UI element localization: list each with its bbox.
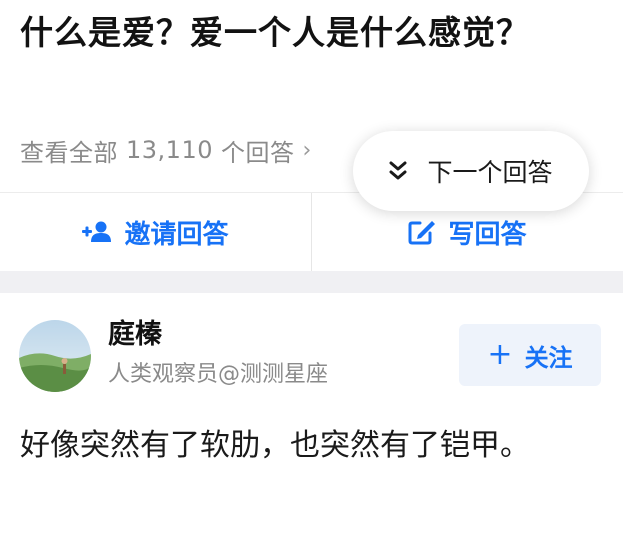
invite-answer-label: 邀请回答 [124, 219, 229, 250]
next-answer-button[interactable]: 下一个回答 [353, 131, 589, 211]
avatar[interactable] [19, 320, 91, 392]
view-all-suffix: 个回答 [220, 138, 295, 167]
chevron-right-icon: › [302, 137, 312, 163]
answer-count: 13,110 [126, 136, 213, 164]
view-all-prefix: 查看全部 [20, 138, 118, 167]
next-answer-label: 下一个回答 [427, 158, 553, 187]
follow-label: 关注 [524, 343, 573, 372]
author-bio: 人类观察员@测测星座 [108, 362, 329, 387]
view-all-answers-link[interactable]: 查看全部 13,110 个回答 › [20, 132, 312, 168]
edit-icon [408, 221, 436, 245]
plus-icon: + [487, 337, 513, 372]
write-answer-label: 写回答 [448, 219, 527, 250]
section-separator [0, 271, 623, 293]
avatar-landscape-image [19, 320, 91, 392]
answer-content[interactable]: 好像突然有了软肋，也突然有了铠甲。 [20, 418, 560, 474]
author-name[interactable]: 庭榛 [108, 317, 162, 353]
question-title: 什么是爱？爱一个人是什么感觉？ [20, 13, 530, 52]
double-chevron-down-icon [389, 161, 407, 180]
invite-answer-button[interactable]: 邀请回答 [0, 193, 311, 271]
follow-button[interactable]: + 关注 [459, 324, 601, 386]
add-user-icon [82, 221, 112, 242]
